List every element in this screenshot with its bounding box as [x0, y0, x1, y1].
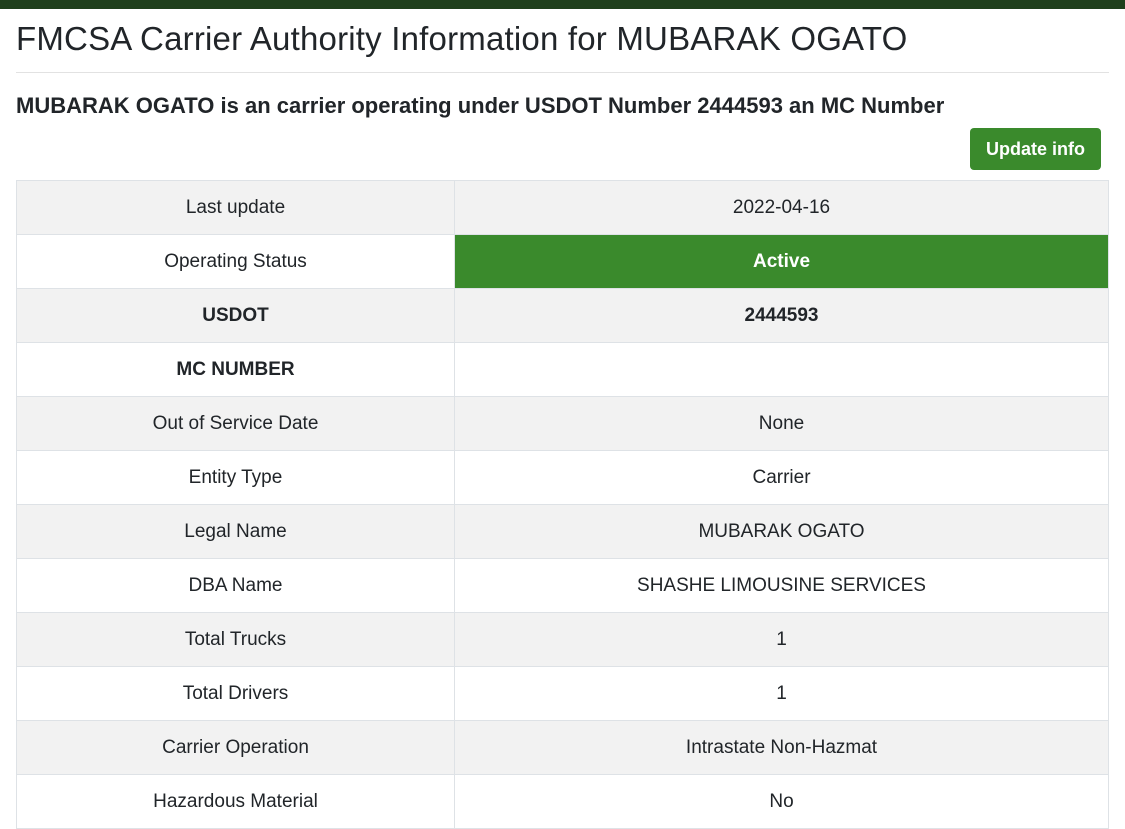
- row-value: SHASHE LIMOUSINE SERVICES: [454, 558, 1109, 613]
- row-value: No: [454, 774, 1109, 829]
- status-badge: Active: [454, 234, 1109, 289]
- row-label: DBA Name: [16, 558, 455, 613]
- table-row-entity-type: Entity Type Carrier: [16, 450, 1109, 505]
- row-value: MUBARAK OGATO: [454, 504, 1109, 559]
- row-label: Legal Name: [16, 504, 455, 559]
- row-label: Total Trucks: [16, 612, 455, 667]
- row-label: Carrier Operation: [16, 720, 455, 775]
- row-value: Carrier: [454, 450, 1109, 505]
- row-label: Operating Status: [16, 234, 455, 289]
- table-row-legal-name: Legal Name MUBARAK OGATO: [16, 504, 1109, 559]
- row-value: Intrastate Non-Hazmat: [454, 720, 1109, 775]
- row-value: 1: [454, 666, 1109, 721]
- row-value: 2022-04-16: [454, 180, 1109, 235]
- table-row-out-of-service-date: Out of Service Date None: [16, 396, 1109, 451]
- row-label: Out of Service Date: [16, 396, 455, 451]
- row-label: USDOT: [16, 288, 455, 343]
- top-nav-bar: [0, 0, 1125, 9]
- table-row-hazardous-material: Hazardous Material No: [16, 774, 1109, 829]
- row-label: Entity Type: [16, 450, 455, 505]
- table-row-operating-status: Operating Status Active: [16, 234, 1109, 289]
- title-divider: [16, 72, 1109, 73]
- table-row-mc-number: MC NUMBER: [16, 342, 1109, 397]
- table-row-total-trucks: Total Trucks 1: [16, 612, 1109, 667]
- table-row-dba-name: DBA Name SHASHE LIMOUSINE SERVICES: [16, 558, 1109, 613]
- page-title: FMCSA Carrier Authority Information for …: [16, 20, 908, 57]
- table-row-usdot: USDOT 2444593: [16, 288, 1109, 343]
- row-value: None: [454, 396, 1109, 451]
- row-label: Hazardous Material: [16, 774, 455, 829]
- row-value: 1: [454, 612, 1109, 667]
- table-row-carrier-operation: Carrier Operation Intrastate Non-Hazmat: [16, 720, 1109, 775]
- carrier-summary: MUBARAK OGATO is an carrier operating un…: [16, 93, 945, 118]
- row-label: Last update: [16, 180, 455, 235]
- row-value: 2444593: [454, 288, 1109, 343]
- row-label: MC NUMBER: [16, 342, 455, 397]
- row-label: Total Drivers: [16, 666, 455, 721]
- page-content: FMCSA Carrier Authority Information for …: [16, 9, 1109, 829]
- row-value: [454, 342, 1109, 397]
- table-row-last-update: Last update 2022-04-16: [16, 180, 1109, 235]
- table-row-total-drivers: Total Drivers 1: [16, 666, 1109, 721]
- carrier-info-table: Last update 2022-04-16 Operating Status …: [16, 180, 1109, 829]
- update-info-button[interactable]: Update info: [970, 128, 1101, 170]
